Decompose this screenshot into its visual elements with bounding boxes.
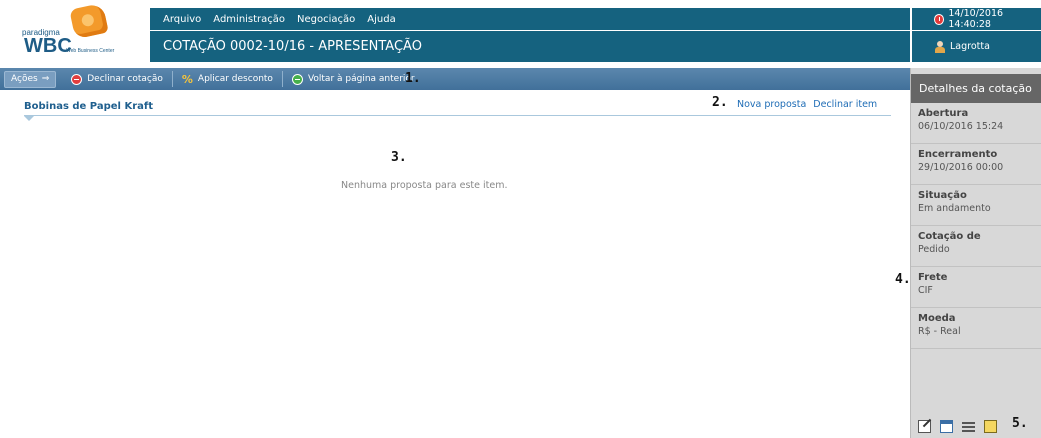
empty-proposals-message: Nenhuma proposta para este item.: [341, 180, 508, 191]
action-toolbar: Ações ⇒ Declinar cotação % Aplicar desco…: [0, 68, 910, 90]
apply-discount-label: Aplicar desconto: [197, 74, 273, 84]
calendar-icon[interactable]: [940, 419, 953, 433]
detail-label: Abertura: [918, 108, 969, 119]
apply-discount-button[interactable]: % Aplicar desconto: [173, 68, 282, 90]
detail-label: Encerramento: [918, 149, 998, 160]
arrow-right-icon: ⇒: [41, 74, 50, 84]
callout-2: 2.: [712, 95, 728, 110]
menu-arquivo[interactable]: Arquivo: [163, 14, 201, 25]
page-title: COTAÇÃO 0002-10/16 - APRESENTAÇÃO: [163, 39, 422, 54]
detail-value: Em andamento: [918, 203, 991, 214]
callout-5: 5.: [1012, 416, 1028, 431]
menu-ajuda[interactable]: Ajuda: [367, 14, 395, 25]
actions-button[interactable]: Ações ⇒: [4, 70, 57, 88]
callout-1: 1.: [405, 71, 421, 86]
detail-value: R$ - Real: [918, 326, 961, 337]
edit-icon[interactable]: [918, 419, 931, 433]
decline-quote-button[interactable]: Declinar cotação: [62, 68, 172, 90]
wbc-logo[interactable]: paradigma WBC Web Business Center: [0, 0, 150, 68]
decline-icon: [71, 73, 83, 85]
detail-label: Cotação de: [918, 231, 981, 242]
caret-down-icon[interactable]: [24, 116, 34, 121]
detail-situacao: Situação Em andamento: [911, 185, 1041, 226]
detail-abertura: Abertura 06/10/2016 15:24: [911, 103, 1041, 144]
percent-icon: %: [181, 72, 193, 86]
detail-cotacao-de: Cotação de Pedido: [911, 226, 1041, 267]
go-back-button[interactable]: Voltar à página anterior: [283, 68, 424, 90]
back-icon: [291, 73, 303, 85]
list-icon[interactable]: [962, 422, 975, 432]
go-back-label: Voltar à página anterior: [307, 74, 415, 84]
clock-icon: [934, 13, 945, 25]
new-proposal-link[interactable]: Nova proposta: [737, 99, 806, 110]
user-box[interactable]: Lagrotta: [912, 31, 1041, 62]
datetime-text: 14/10/2016 14:40:28: [948, 8, 1004, 30]
menu-administracao[interactable]: Administração: [213, 14, 285, 25]
detail-label: Frete: [918, 272, 948, 283]
detail-moeda: Moeda R$ - Real: [911, 308, 1041, 349]
username[interactable]: Lagrotta: [950, 41, 990, 52]
detail-value: CIF: [918, 285, 933, 296]
decline-item-link[interactable]: Declinar item: [813, 99, 877, 110]
menu-negociacao[interactable]: Negociação: [297, 14, 355, 25]
main-content: Bobinas de Papel Kraft Nova proposta Dec…: [0, 90, 910, 438]
detail-label: Situação: [918, 190, 967, 201]
app-header: paradigma WBC Web Business Center Arquiv…: [0, 0, 1041, 68]
logo-tagline: Web Business Center: [66, 48, 115, 54]
quote-details-panel: Detalhes da cotação Abertura 06/10/2016 …: [910, 68, 1041, 438]
puzzle-logo-icon: [69, 2, 109, 40]
detail-value: 29/10/2016 00:00: [918, 162, 1004, 173]
detail-value: Pedido: [918, 244, 950, 255]
user-icon: [934, 40, 946, 53]
item-divider: [24, 115, 891, 116]
detail-frete: Frete CIF: [911, 267, 1041, 308]
item-actions: Nova proposta Declinar item: [737, 99, 881, 110]
actions-label: Ações: [11, 74, 38, 84]
item-title[interactable]: Bobinas de Papel Kraft: [24, 101, 153, 112]
main-menu: Arquivo Administração Negociação Ajuda: [150, 8, 910, 30]
detail-label: Moeda: [918, 313, 956, 324]
datetime-box: 14/10/2016 14:40:28: [912, 8, 1041, 30]
detail-encerramento: Encerramento 29/10/2016 00:00: [911, 144, 1041, 185]
callout-4: 4.: [895, 272, 911, 287]
callout-3: 3.: [391, 150, 407, 165]
logo-brand-wbc: WBC: [24, 35, 72, 57]
documents-icon[interactable]: [984, 419, 997, 433]
details-panel-title: Detalhes da cotação: [911, 74, 1041, 103]
detail-value: 06/10/2016 15:24: [918, 121, 1004, 132]
title-bar: COTAÇÃO 0002-10/16 - APRESENTAÇÃO: [150, 31, 910, 62]
decline-quote-label: Declinar cotação: [87, 74, 163, 84]
